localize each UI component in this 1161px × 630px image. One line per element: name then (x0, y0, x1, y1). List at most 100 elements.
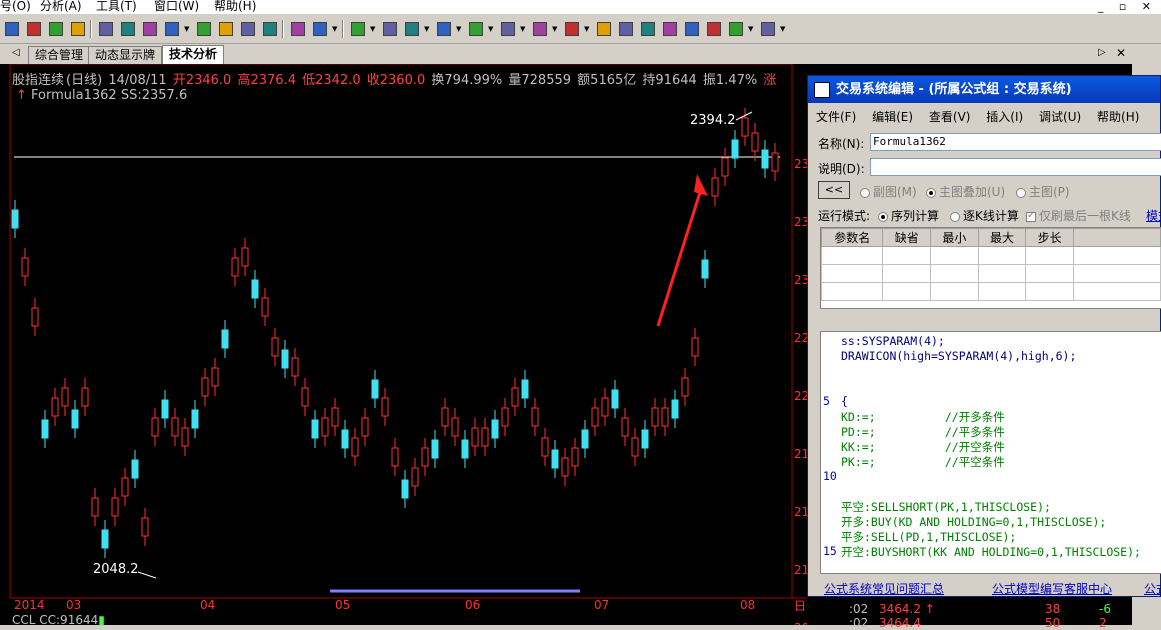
candle-body (41, 419, 49, 439)
tab-scroll-right-icon[interactable]: ▷ (1098, 47, 1106, 58)
description-input[interactable] (870, 158, 1161, 176)
rect-icon[interactable] (530, 19, 548, 37)
param-header[interactable]: 最小 (930, 228, 979, 247)
dropdown-arrow-icon[interactable]: ▼ (584, 25, 589, 33)
last-bar-checkbox[interactable]: 仅刷最后一根K线 (1026, 207, 1131, 224)
print-icon[interactable] (46, 19, 64, 37)
code-line: 开多:BUY(KD AND HOLDING=0,1,THISCLOSE); (841, 515, 1107, 529)
candle-body (171, 417, 179, 437)
bars-icon[interactable] (402, 19, 420, 37)
tab-technical-analysis[interactable]: 技术分析 (162, 45, 225, 64)
formula-link[interactable]: 公式 (1144, 580, 1161, 597)
tab-general[interactable]: 综合管理 (28, 46, 91, 64)
dropdown-arrow-icon[interactable]: ▼ (424, 25, 429, 33)
dialog-menu-edit[interactable]: 编辑(E) (872, 110, 913, 124)
support-link[interactable]: 公式模型编写客服中心 (992, 580, 1112, 597)
gann-icon[interactable] (498, 19, 516, 37)
new-icon[interactable] (2, 19, 20, 37)
dialog-menu-file[interactable]: 文件(F) (816, 110, 856, 124)
param-header[interactable]: 步长 (1025, 228, 1074, 247)
dialog-menu-view[interactable]: 查看(V) (929, 110, 971, 124)
menu-item-o[interactable]: 号(O) (0, 0, 31, 13)
help-icon[interactable] (288, 19, 306, 37)
grid-icon[interactable] (466, 19, 484, 37)
text-a-icon[interactable] (594, 19, 612, 37)
name-input[interactable]: Formula1362 (870, 133, 1161, 151)
text-icon[interactable] (380, 19, 398, 37)
high-value: 高2376.4 (237, 73, 296, 88)
lock-icon[interactable] (758, 19, 776, 37)
trend-icon[interactable] (434, 19, 452, 37)
mode-main-label: 主图(P) (1029, 185, 1070, 199)
code-line: 平空:SELLSHORT(PK,1,THISCLOSE); (841, 500, 1051, 514)
tool-icon[interactable] (260, 19, 278, 37)
news-icon[interactable] (216, 19, 234, 37)
instrument-name: 股指连续 (12, 73, 65, 88)
doc-icon[interactable] (96, 19, 114, 37)
eraser-icon[interactable] (682, 19, 700, 37)
candle-body (371, 379, 379, 399)
candle-body (531, 407, 539, 427)
tab-dynamic-board[interactable]: 动态显示牌 (88, 46, 163, 64)
menu-item-help[interactable]: 帮助(H) (214, 0, 256, 13)
dropdown-arrow-icon[interactable]: ▼ (332, 25, 337, 33)
param-header[interactable]: 最大 (977, 228, 1027, 247)
code-line: DRAWICON(high=SYSPARAM(4),high,6); (841, 349, 1077, 363)
candle-body (331, 407, 339, 427)
code-line: 开空:BUYSHORT(KK AND HOLDING=0,1,THISCLOSE… (841, 545, 1141, 559)
select-icon[interactable] (310, 19, 328, 37)
edit-icon[interactable] (24, 19, 42, 37)
candle-body (651, 407, 659, 427)
copy-icon[interactable] (616, 19, 634, 37)
mode-main-overlay-label: 主图叠加(U) (939, 185, 1006, 199)
faq-link[interactable]: 公式系统常见问题汇总 (824, 580, 944, 597)
dropdown-arrow-icon[interactable]: ▼ (552, 25, 557, 33)
mode-link[interactable]: 模式 (1146, 207, 1161, 224)
dialog-titlebar[interactable]: 交易系统编辑 - (所属公式组 : 交易系统) (808, 76, 1160, 103)
mode-subchart-radio[interactable]: 副图(M) (860, 183, 917, 200)
param-header[interactable]: 参数名 (821, 228, 884, 247)
candle-body (581, 429, 589, 449)
list-icon[interactable] (140, 19, 158, 37)
toolbar-separator (90, 20, 92, 38)
dropdown-arrow-icon[interactable]: ▼ (456, 25, 461, 33)
mode-main-overlay-radio[interactable]: 主图叠加(U) (926, 183, 1005, 200)
image-icon[interactable] (660, 19, 678, 37)
mode-main-radio[interactable]: 主图(P) (1016, 183, 1070, 200)
dialog-menu-insert[interactable]: 插入(I) (986, 110, 1023, 124)
pie-icon[interactable] (238, 19, 256, 37)
dialog-menu-debug[interactable]: 调试(U) (1039, 110, 1081, 124)
menu-item-tools[interactable]: 工具(T) (96, 0, 137, 13)
run-sequence-radio[interactable]: 序列计算 (878, 207, 939, 224)
copy2-icon[interactable] (638, 19, 656, 37)
chart-icon[interactable] (118, 19, 136, 37)
dropdown-arrow-icon[interactable]: ▼ (488, 25, 493, 33)
dialog-menu-help[interactable]: 帮助(H) (1097, 110, 1139, 124)
tick-price: 3464.2 ↑ (879, 602, 935, 616)
close-icon[interactable]: ✕ (1116, 46, 1126, 60)
menu-item-analysis[interactable]: 分析(A) (40, 0, 82, 13)
dropdown-arrow-icon[interactable]: ▼ (520, 25, 525, 33)
dropdown-arrow-icon[interactable]: ▼ (780, 25, 785, 33)
dropdown-arrow-icon[interactable]: ▼ (184, 25, 189, 33)
window-controls[interactable]: _ ▫ ✕ (1098, 0, 1157, 13)
run-per-bar-radio[interactable]: 逐K线计算 (950, 207, 1019, 224)
candle-body (681, 377, 689, 397)
parameter-table[interactable]: 参数名 缺省 最小 最大 步长 (820, 227, 1161, 309)
menu-item-window[interactable]: 窗口(W) (154, 0, 199, 13)
palette-icon[interactable] (726, 19, 744, 37)
date-label: 2014 (14, 598, 45, 612)
cube-icon[interactable] (704, 19, 722, 37)
ellipse-icon[interactable] (562, 19, 580, 37)
param-header[interactable]: 缺省 (882, 228, 932, 247)
formula-code-editor[interactable]: ss:SYSPARAM(4); DRAWICON(high=SYSPARAM(4)… (820, 331, 1161, 574)
dropdown-arrow-icon[interactable]: ▼ (748, 25, 753, 33)
warning-icon[interactable] (68, 19, 86, 37)
tab-scroll-left-icon[interactable]: ◁ (12, 47, 20, 58)
draw-line-icon[interactable] (348, 19, 366, 37)
monitor-icon[interactable] (194, 19, 212, 37)
dropdown-arrow-icon[interactable]: ▼ (370, 25, 375, 33)
collapse-button[interactable]: << (818, 181, 850, 199)
date-label: 07 (594, 598, 610, 612)
save-icon[interactable] (162, 19, 180, 37)
